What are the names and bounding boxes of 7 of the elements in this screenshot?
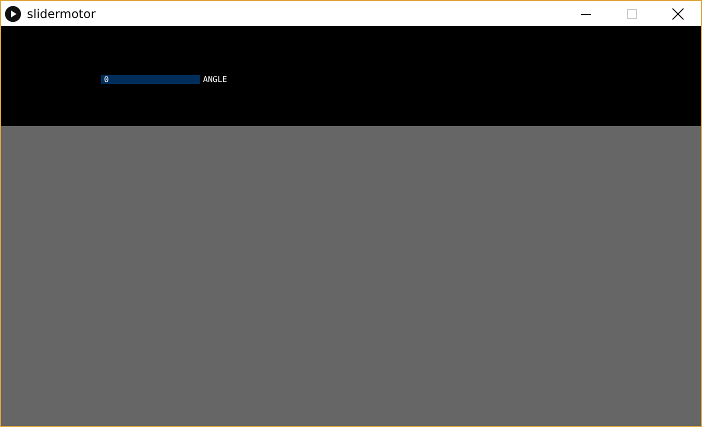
angle-slider[interactable]: 0 (101, 75, 200, 84)
play-icon (5, 6, 21, 22)
maximize-icon (627, 8, 637, 18)
slider-label: ANGLE (203, 75, 228, 84)
slider-value: 0 (104, 74, 109, 85)
window-title: slidermotor (27, 6, 96, 20)
close-icon (672, 8, 684, 20)
